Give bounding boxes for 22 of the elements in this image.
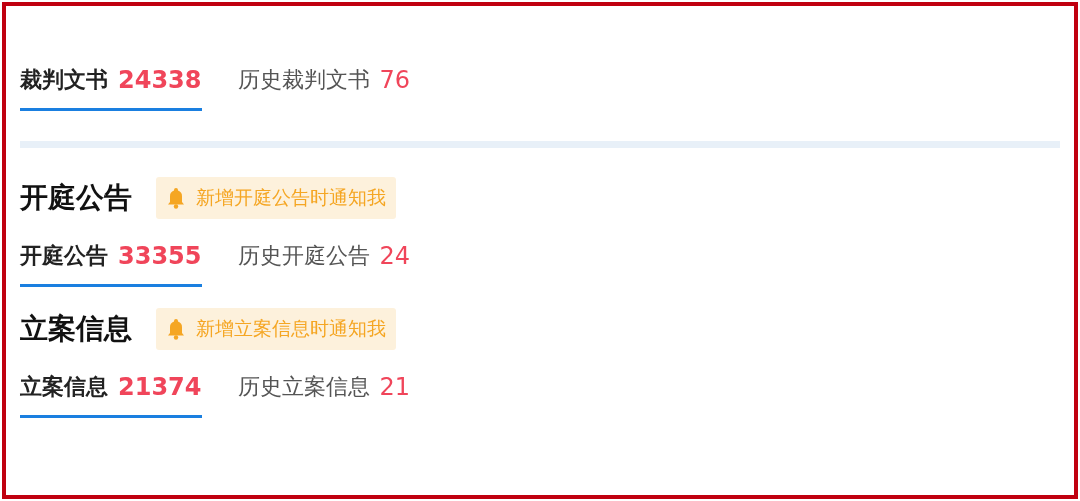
tab-label: 立案信息 xyxy=(20,373,108,401)
tab[interactable]: 历史开庭公告 24 xyxy=(237,240,411,287)
bell-icon xyxy=(166,318,186,340)
tab-count: 24 xyxy=(379,241,411,272)
tab-label: 历史裁判文书 xyxy=(237,66,370,94)
section-title: 开庭公告 xyxy=(20,180,132,216)
tab-label: 历史开庭公告 xyxy=(237,242,370,270)
tab-count: 76 xyxy=(379,65,411,96)
tab[interactable]: 开庭公告 33355 xyxy=(20,240,202,287)
bell-icon xyxy=(166,187,186,209)
tab-count: 33355 xyxy=(118,241,202,272)
tab[interactable]: 裁判文书 24338 xyxy=(20,64,202,111)
tab-count: 21 xyxy=(379,372,411,403)
tab[interactable]: 历史立案信息 21 xyxy=(237,371,411,418)
tab-label: 裁判文书 xyxy=(20,66,108,94)
tab[interactable]: 立案信息 21374 xyxy=(20,371,202,418)
tab[interactable]: 历史裁判文书 76 xyxy=(237,64,411,111)
tab-label: 开庭公告 xyxy=(20,242,108,270)
tab-label: 历史立案信息 xyxy=(237,373,370,401)
tab-count: 24338 xyxy=(118,65,202,96)
tab-count: 21374 xyxy=(118,372,202,403)
section-title: 立案信息 xyxy=(20,311,132,347)
